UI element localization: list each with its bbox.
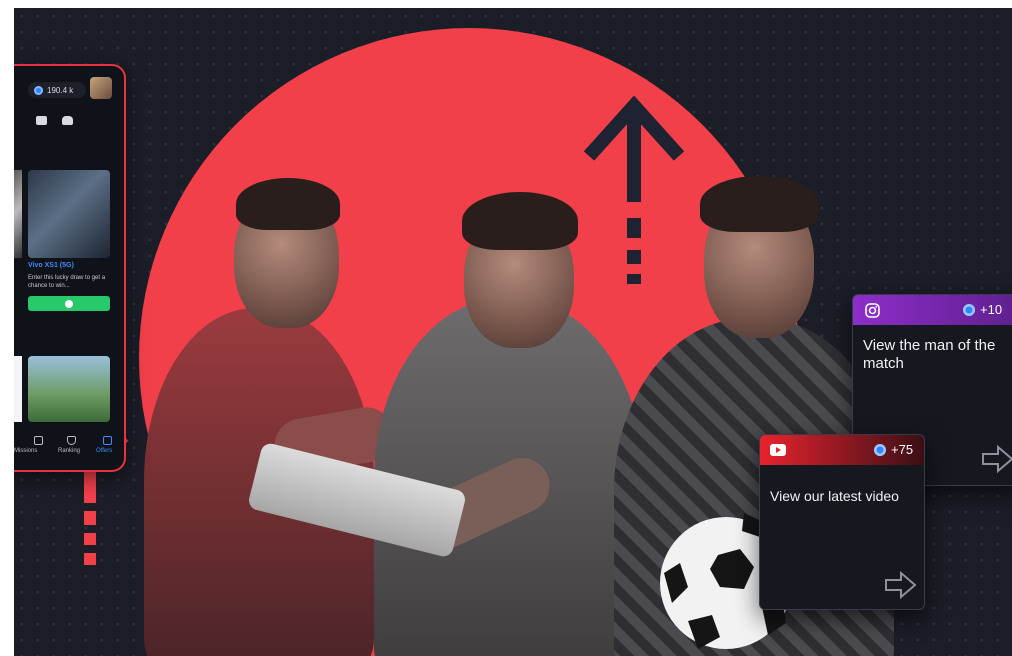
product-image-partial-2 — [14, 356, 22, 422]
check-icon — [65, 299, 73, 308]
product-image-football[interactable] — [28, 356, 110, 422]
phone-header: 190.4 k — [14, 72, 124, 100]
enter-draw-button[interactable] — [28, 296, 110, 311]
points-badge: +75 — [874, 442, 913, 457]
task-card-header: +75 — [760, 435, 924, 465]
phone-mockup: 190.4 k Vivo XS1 (5G) Enter this lucky d… — [14, 64, 126, 472]
camera-icon[interactable] — [36, 116, 47, 125]
points-badge: +10 — [963, 302, 1002, 317]
basket-icon[interactable] — [62, 116, 73, 125]
coin-icon — [963, 303, 975, 316]
bottom-tab-bar: Missions Ranking Offers — [14, 434, 124, 468]
product-title: Vivo XS1 (5G) — [28, 262, 74, 269]
coin-icon — [874, 443, 886, 456]
task-description: View the man of the match — [863, 337, 996, 372]
tab-offers[interactable]: Offers — [96, 448, 112, 454]
product-image-partial — [14, 170, 22, 258]
balance-value: 190.4 k — [47, 85, 74, 95]
task-card-header: +10 — [853, 295, 1012, 325]
balance-pill[interactable]: 190.4 k — [28, 82, 86, 98]
task-description: View our latest video — [770, 488, 899, 504]
youtube-icon — [770, 444, 786, 456]
points-value: +10 — [980, 302, 1003, 317]
points-value: +75 — [891, 442, 914, 457]
offers-icon — [103, 436, 112, 445]
coin-icon — [34, 85, 43, 95]
arrow-right-icon[interactable] — [884, 571, 918, 599]
missions-icon — [34, 436, 43, 445]
instagram-icon — [865, 303, 880, 318]
product-image-phone[interactable] — [28, 170, 110, 258]
person-left — [124, 158, 398, 656]
arrow-right-icon[interactable] — [981, 445, 1012, 473]
avatar[interactable] — [90, 77, 112, 99]
promo-scene: 190.4 k Vivo XS1 (5G) Enter this lucky d… — [14, 8, 1012, 656]
product-description: Enter this lucky draw to get a chance to… — [28, 275, 106, 289]
phone-toolbar — [14, 116, 124, 132]
trophy-icon — [67, 436, 76, 445]
task-card-youtube[interactable]: +75 View our latest video — [759, 434, 925, 610]
tab-missions[interactable]: Missions — [14, 448, 37, 454]
tab-ranking[interactable]: Ranking — [58, 448, 80, 454]
